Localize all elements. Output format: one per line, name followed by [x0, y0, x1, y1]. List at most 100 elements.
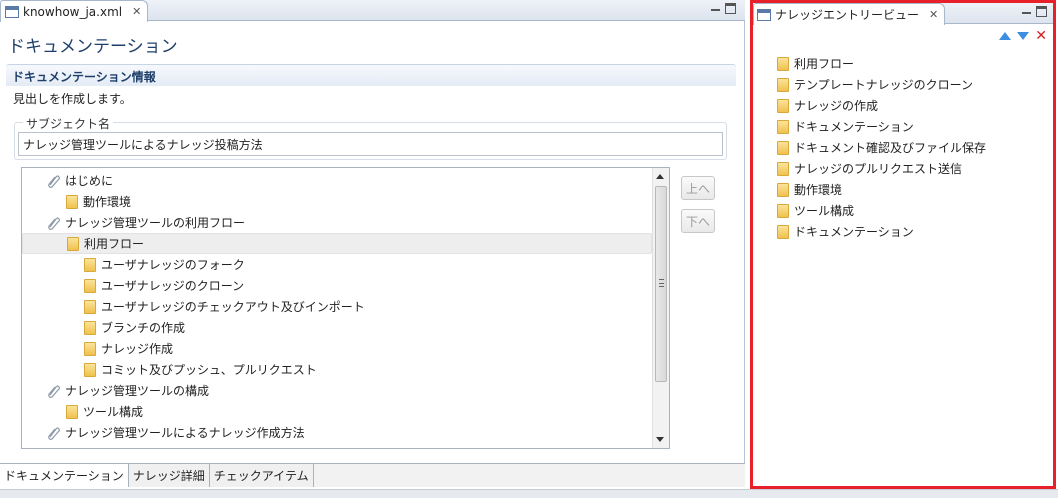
folder-icon	[84, 257, 96, 272]
tree-item[interactable]: はじめに	[22, 170, 652, 191]
tree-item-label: ナレッジ管理ツールの利用フロー	[65, 216, 246, 230]
move-down-icon[interactable]	[1017, 32, 1030, 40]
tree-item[interactable]: ナレッジ管理ツールによるナレッジ作成方法	[22, 422, 652, 443]
folder-icon	[777, 56, 789, 71]
tree-item-label: 動作環境	[83, 195, 132, 209]
list-item[interactable]: ドキュメンテーション	[777, 116, 986, 137]
subject-input[interactable]	[18, 132, 723, 156]
list-item-label: ドキュメント確認及びファイル保存	[794, 141, 987, 155]
subject-label: サブジェクト名	[23, 115, 114, 132]
list-item-label: ドキュメンテーション	[794, 120, 914, 134]
tree-item-label: ブランチの作成	[101, 321, 186, 335]
view-entry-list: 利用フロー テンプレートナレッジのクローン ナレッジの作成 ドキュメンテーション ドキュ…	[777, 53, 986, 242]
editor-tabbar: knowhow_ja.xml ✕	[0, 0, 745, 22]
editor-tab[interactable]: knowhow_ja.xml ✕	[0, 0, 149, 22]
view-tab[interactable]: ナレッジエントリービュー ✕	[753, 3, 946, 25]
tree-item[interactable]: 利用フロー	[22, 233, 652, 254]
folder-icon	[777, 140, 789, 155]
page-title: ドキュメンテーション	[8, 37, 178, 57]
editor-pane: knowhow_ja.xml ✕ ドキュメンテーション ドキュメンテーション情報…	[0, 0, 745, 487]
tree-item[interactable]: ナレッジ作成	[22, 338, 652, 359]
tree-item[interactable]: ナレッジ管理ツールの構成	[22, 380, 652, 401]
folder-icon	[66, 194, 78, 209]
document-tree[interactable]: はじめに動作環境ナレッジ管理ツールの利用フロー利用フローユーザナレッジのフォーク…	[21, 167, 670, 449]
folder-icon	[84, 362, 96, 377]
view-icon	[757, 8, 771, 21]
tree-item[interactable]: コミット及びプッシュ、プルリクエスト	[22, 359, 652, 380]
view-tab-title: ナレッジエントリービュー	[775, 8, 920, 22]
status-strip	[0, 489, 1058, 498]
subject-group: サブジェクト名	[14, 115, 727, 160]
tree-scrollbar[interactable]	[652, 168, 669, 448]
tree-item-label: ナレッジ管理ツールの構成	[65, 384, 210, 398]
folder-icon	[66, 404, 78, 419]
minimize-icon[interactable]	[710, 3, 721, 14]
tree-item[interactable]: ブランチの作成	[22, 317, 652, 338]
grip-icon	[659, 279, 664, 287]
move-up-icon[interactable]	[999, 32, 1012, 40]
editor-window-controls	[710, 3, 736, 14]
list-item[interactable]: ナレッジの作成	[777, 95, 986, 116]
paperclip-icon	[46, 216, 60, 230]
folder-icon	[67, 236, 79, 251]
section-description: 見出しを作成します。	[13, 92, 132, 106]
list-item[interactable]: ナレッジのプルリクエスト送信	[777, 158, 986, 179]
list-item-label: ナレッジのプルリクエスト送信	[794, 162, 963, 176]
close-icon[interactable]: ✕	[929, 8, 938, 21]
list-item-label: テンプレートナレッジのクローン	[794, 78, 974, 92]
tree-item-label: ツール構成	[83, 405, 144, 419]
tree-item[interactable]: ユーザナレッジのチェックアウト及びインポート	[22, 296, 652, 317]
tree-item-label: ユーザナレッジのクローン	[101, 279, 245, 293]
view-tabbar: ナレッジエントリービュー ✕	[753, 3, 1053, 25]
view-toolbar: ✕	[999, 29, 1047, 43]
tree-item-label: ユーザナレッジのチェックアウト及びインポート	[101, 300, 365, 314]
tab-check-item[interactable]: チェックアイテム	[209, 464, 314, 487]
xml-file-icon	[5, 5, 19, 18]
scrollbar-thumb[interactable]	[655, 186, 667, 382]
folder-icon	[777, 161, 789, 176]
tree-item[interactable]: ツール構成	[22, 401, 652, 422]
tree-item-label: ナレッジ管理ツールによるナレッジ作成方法	[65, 426, 305, 440]
folder-icon	[84, 320, 96, 335]
section-header[interactable]: ドキュメンテーション情報	[6, 64, 736, 86]
tree-item-label: コミット及びプッシュ、プルリクエスト	[101, 363, 317, 377]
minimize-icon[interactable]	[1021, 6, 1032, 17]
list-item[interactable]: 動作環境	[777, 179, 986, 200]
close-icon[interactable]: ✕	[132, 5, 141, 18]
knowledge-entry-view: ナレッジエントリービュー ✕ ✕ 利用フロー テンプレートナレッジのクローン ナレッ…	[750, 0, 1056, 489]
move-down-button[interactable]: 下へ	[681, 209, 715, 233]
paperclip-icon	[46, 384, 60, 398]
tab-documentation[interactable]: ドキュメンテーション	[0, 464, 129, 487]
folder-icon	[84, 341, 96, 356]
tab-knowledge-detail[interactable]: ナレッジ詳細	[128, 464, 210, 487]
move-up-button[interactable]: 上へ	[681, 176, 715, 200]
tree-item-label: ナレッジ作成	[101, 342, 174, 356]
maximize-icon[interactable]	[725, 3, 736, 14]
list-item-label: ドキュメンテーション	[794, 225, 914, 239]
tree-item-label: はじめに	[65, 174, 114, 188]
tree-item-label: ユーザナレッジのフォーク	[101, 258, 245, 272]
list-item[interactable]: テンプレートナレッジのクローン	[777, 74, 986, 95]
scroll-up-arrow-icon[interactable]	[656, 174, 664, 179]
list-item-label: 動作環境	[794, 183, 843, 197]
list-item[interactable]: ドキュメント確認及びファイル保存	[777, 137, 986, 158]
scroll-down-arrow-icon[interactable]	[656, 437, 664, 442]
delete-icon[interactable]: ✕	[1035, 29, 1047, 43]
maximize-icon[interactable]	[1036, 6, 1047, 17]
list-item[interactable]: ツール構成	[777, 200, 986, 221]
tree-item[interactable]: ユーザナレッジのフォーク	[22, 254, 652, 275]
tree-item[interactable]: ユーザナレッジのクローン	[22, 275, 652, 296]
tree-item[interactable]: ナレッジ管理ツールの利用フロー	[22, 212, 652, 233]
folder-icon	[84, 278, 96, 293]
folder-icon	[777, 203, 789, 218]
folder-icon	[84, 299, 96, 314]
list-item-label: ツール構成	[794, 204, 855, 218]
list-item[interactable]: 利用フロー	[777, 53, 986, 74]
list-item[interactable]: ドキュメンテーション	[777, 221, 986, 242]
tree-item-label: 利用フロー	[84, 237, 145, 251]
folder-icon	[777, 77, 789, 92]
folder-icon	[777, 98, 789, 113]
view-window-controls	[1021, 6, 1047, 17]
tree-item[interactable]: 動作環境	[22, 191, 652, 212]
editor-bottom-tabs: ドキュメンテーション ナレッジ詳細 チェックアイテム	[0, 463, 745, 487]
